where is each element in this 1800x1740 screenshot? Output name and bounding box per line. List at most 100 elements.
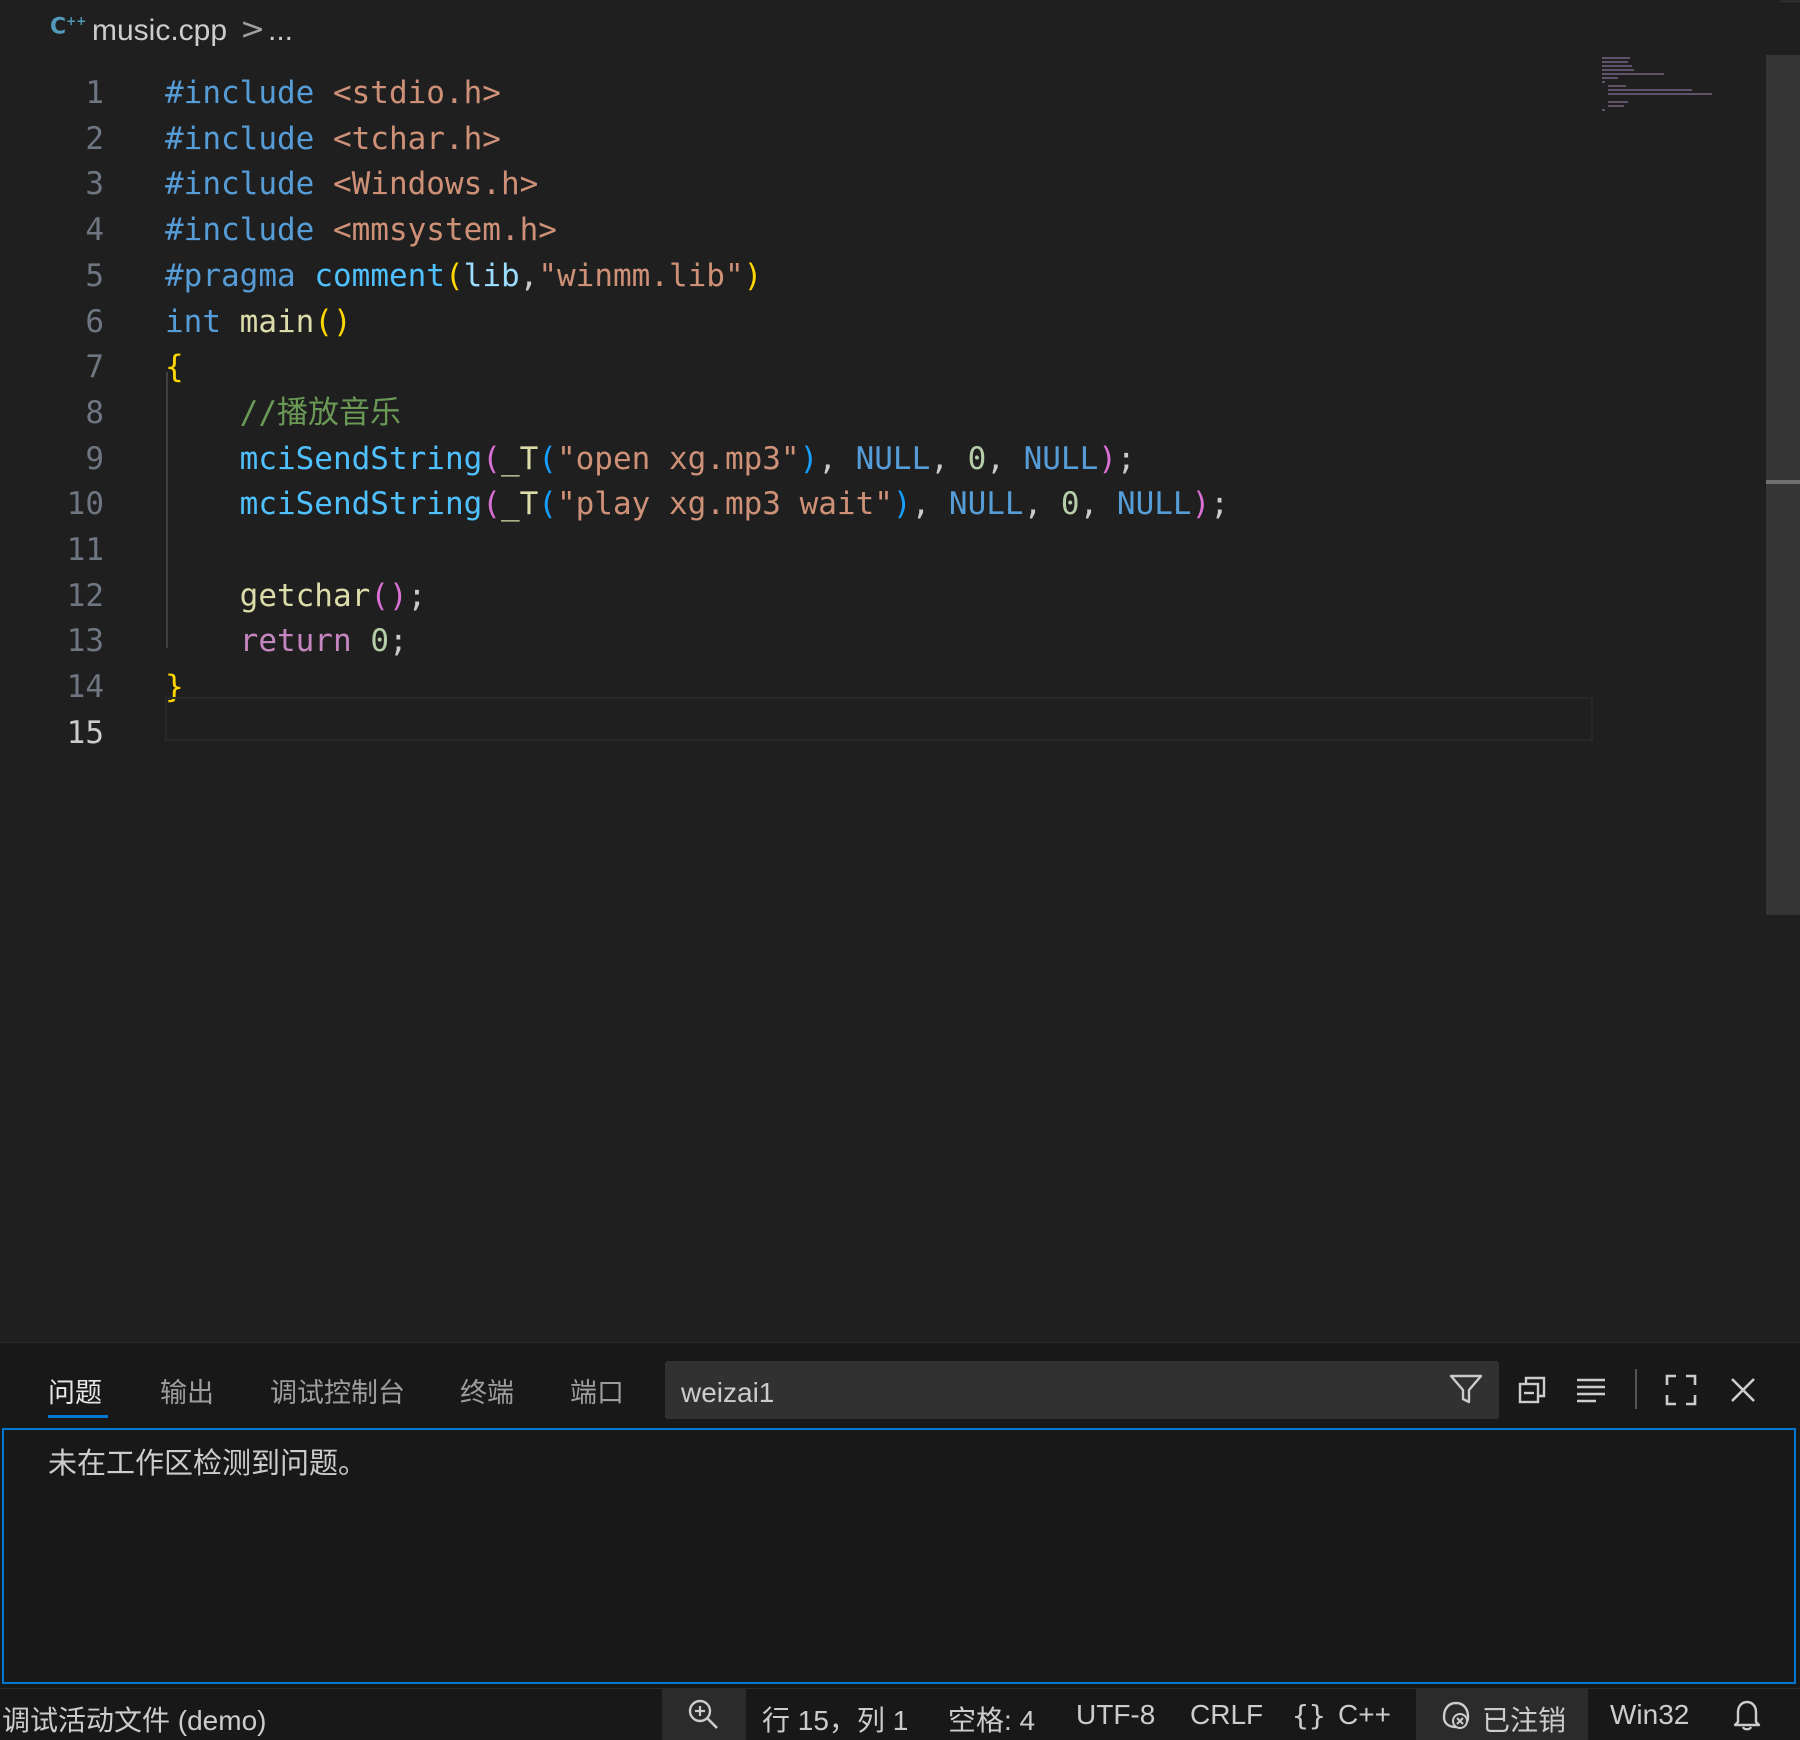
line-number: 14 [66,669,104,706]
bell-icon[interactable] [1730,1697,1764,1731]
code-token: <mmsystem.h> [332,212,557,249]
code-token: ( [482,486,501,523]
code-token: #include [165,120,315,157]
toolbar-divider [1635,1369,1637,1409]
code-token: () [314,303,352,340]
status-indentation[interactable]: 空格: 4 [948,1699,1035,1739]
line-number: 12 [66,577,104,614]
view-as-list-icon[interactable] [1574,1373,1608,1407]
line-number: 4 [85,212,104,249]
code-line[interactable]: getchar(); [165,573,427,619]
code-token: , [911,486,949,523]
code-token: lib [463,257,520,294]
code-token: ( [538,440,557,477]
code-token: , [1079,486,1117,523]
code-token: //播放音乐 [239,394,401,431]
status-debug-target[interactable]: 调试活动文件 (demo) [2,1699,266,1739]
tab-ports[interactable]: 端口 [570,1371,624,1410]
code-token: NULL [948,486,1024,523]
tab-problems[interactable]: 问题 [48,1371,102,1410]
breadcrumb-file[interactable]: music.cpp [92,14,227,48]
indent-guide [166,372,168,648]
line-number: 10 [66,486,104,523]
filter-icon[interactable] [1448,1371,1484,1407]
no-problems-message: 未在工作区检测到问题。 [48,1446,368,1480]
code-line[interactable]: mciSendString(_T("play xg.mp3 wait"), NU… [165,481,1229,527]
line-number: 11 [66,532,104,568]
code-token: <Windows.h> [332,166,539,203]
code-token: ; [407,577,427,614]
code-line[interactable]: #include <stdio.h> [165,70,501,116]
code-token: , [818,440,856,477]
code-token: , [986,440,1024,477]
line-number: 13 [66,623,104,660]
copilot-signed-out-icon[interactable] [1438,1697,1474,1733]
code-token: #pragma [165,257,296,294]
line-number: 9 [85,440,104,477]
tab-terminal[interactable]: 终端 [460,1371,514,1410]
breadcrumb-symbols[interactable]: ... [268,14,293,48]
code-token: int [165,303,221,340]
code-line[interactable]: //播放音乐 [165,390,401,436]
code-line[interactable]: #include <tchar.h> [165,116,501,162]
maximize-panel-icon[interactable] [1664,1373,1698,1407]
code-token: ( [482,440,501,477]
code-token: 0 [967,440,987,477]
code-token: comment [314,257,445,294]
status-cursor-position[interactable]: 行 15，列 1 [762,1699,908,1739]
code-token: "play xg.mp3 wait" [556,486,893,523]
code-token: <stdio.h> [332,75,501,111]
code-token: #include [165,75,315,111]
code-token: ; [1210,486,1229,523]
zoom-in-icon[interactable] [686,1697,720,1731]
minimap[interactable] [1600,55,1718,115]
code-token: "winmm.lib" [538,257,744,294]
code-token: ) [799,440,819,477]
code-token: #include [165,212,315,249]
code-token: "open xg.mp3" [556,440,800,477]
code-token: ) [743,257,763,294]
code-token: ; [1116,440,1136,477]
code-line[interactable]: int main() [165,299,352,345]
code-token: , [1023,486,1061,523]
close-panel-icon[interactable] [1728,1375,1758,1405]
line-number: 3 [85,166,104,203]
code-line[interactable]: #include <Windows.h> [165,161,538,207]
breadcrumb: C++ music.cpp > ... [0,0,1780,60]
code-token: NULL [1023,440,1099,477]
code-line[interactable]: mciSendString(_T("open xg.mp3"), NULL, 0… [165,436,1136,482]
code-line[interactable]: return 0; [165,618,408,664]
tab-debug-console[interactable]: 调试控制台 [270,1371,405,1410]
code-line[interactable]: #include <mmsystem.h> [165,207,557,253]
status-platform[interactable]: Win32 [1610,1699,1689,1731]
tab-output[interactable]: 输出 [160,1371,214,1410]
code-token: mciSendString [239,486,483,523]
current-line-highlight [165,697,1593,741]
braces-icon: {} [1292,1699,1326,1732]
code-token: , [930,440,968,477]
problems-filter-input[interactable] [665,1361,1499,1419]
status-account[interactable]: 已注销 [1482,1699,1566,1739]
collapse-all-icon[interactable] [1516,1373,1550,1407]
code-token: main [239,303,315,340]
status-language[interactable]: C++ [1338,1699,1391,1731]
code-token: ( [444,257,464,294]
code-token: ; [388,623,408,660]
line-number: 2 [85,120,104,157]
code-token: 0 [370,623,389,660]
status-encoding[interactable]: UTF-8 [1076,1699,1155,1731]
filter-input-value[interactable]: weizai1 [681,1377,774,1409]
chevron-right-icon: > [240,12,266,47]
status-eol[interactable]: CRLF [1190,1699,1263,1731]
code-token: <tchar.h> [332,120,501,157]
code-line[interactable]: #pragma comment(lib,"winmm.lib") [165,253,762,299]
vertical-scrollbar-thumb[interactable] [1766,55,1800,915]
line-number: 5 [85,257,104,294]
